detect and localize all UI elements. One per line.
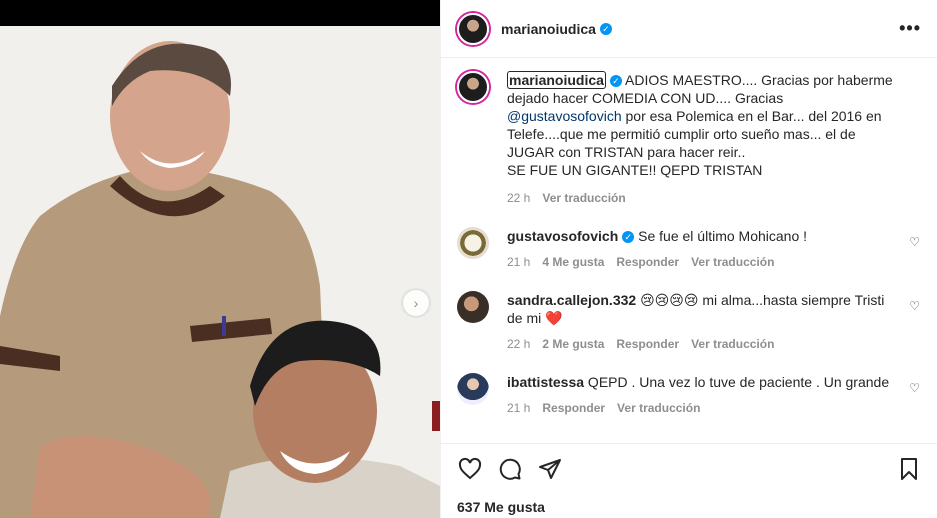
commenter-avatar[interactable] bbox=[457, 227, 489, 259]
save-bookmark-icon[interactable] bbox=[896, 456, 922, 482]
caption-text-3: SE FUE UN GIGANTE!! QEPD TRISTAN bbox=[507, 162, 763, 178]
verified-icon: ✓ bbox=[622, 231, 635, 243]
author-username[interactable]: marianoiudica bbox=[501, 21, 596, 37]
like-icon[interactable] bbox=[457, 456, 483, 482]
caption: marianoiudica ✓ ADIOS MAESTRO.... Gracias… bbox=[457, 71, 922, 207]
caption-mention[interactable]: @gustavosofovich bbox=[507, 108, 622, 124]
reply-button[interactable]: Responder bbox=[542, 399, 605, 417]
like-heart-icon[interactable]: ♡ bbox=[909, 299, 920, 313]
commenter-avatar[interactable] bbox=[457, 373, 489, 405]
comment-item: ibattistessa QEPD . Una vez lo tuve de p… bbox=[457, 373, 922, 417]
caption-time[interactable]: 22 h bbox=[507, 189, 530, 207]
reply-button[interactable]: Responder bbox=[616, 335, 679, 353]
like-heart-icon[interactable]: ♡ bbox=[909, 381, 920, 395]
caption-avatar[interactable] bbox=[457, 71, 489, 103]
reply-button[interactable]: Responder bbox=[616, 253, 679, 271]
commenter-username[interactable]: ibattistessa bbox=[507, 374, 584, 390]
commenter-username[interactable]: gustavosofovich bbox=[507, 228, 618, 244]
verified-icon: ✓ bbox=[599, 22, 612, 35]
more-options-icon[interactable]: ••• bbox=[899, 18, 921, 39]
comment-likes[interactable]: 2 Me gusta bbox=[542, 335, 604, 353]
comments-list: marianoiudica ✓ ADIOS MAESTRO.... Gracias… bbox=[441, 59, 937, 442]
commenter-avatar[interactable] bbox=[457, 291, 489, 323]
likes-count[interactable]: 637 Me gusta bbox=[457, 499, 545, 515]
carousel-next-button[interactable]: › bbox=[403, 290, 429, 316]
post-media[interactable]: › bbox=[0, 0, 440, 518]
chevron-right-icon: › bbox=[413, 295, 419, 311]
translate-button[interactable]: Ver traducción bbox=[691, 253, 774, 271]
like-heart-icon[interactable]: ♡ bbox=[909, 235, 920, 249]
comment-item: gustavosofovich ✓ Se fue el último Mohica… bbox=[457, 227, 922, 271]
share-icon[interactable] bbox=[537, 456, 563, 482]
post-header: marianoiudica ✓ ••• bbox=[441, 0, 937, 58]
post-photo bbox=[0, 26, 440, 518]
translate-button[interactable]: Ver traducción bbox=[617, 399, 700, 417]
comment-likes[interactable]: 4 Me gusta bbox=[542, 253, 604, 271]
comment-icon[interactable] bbox=[497, 456, 523, 482]
comment-time[interactable]: 21 h bbox=[507, 399, 530, 417]
translate-button[interactable]: Ver traducción bbox=[691, 335, 774, 353]
comment-item: sandra.callejon.332 😢😢😢😢 mi alma...hasta… bbox=[457, 291, 922, 353]
commenter-username[interactable]: sandra.callejon.332 bbox=[507, 292, 636, 308]
comment-text: Se fue el último Mohicano ! bbox=[634, 228, 808, 244]
author-avatar[interactable] bbox=[457, 12, 489, 45]
caption-translate[interactable]: Ver traducción bbox=[542, 189, 625, 207]
caption-username[interactable]: marianoiudica bbox=[507, 71, 606, 89]
verified-icon: ✓ bbox=[609, 75, 622, 87]
comment-text: QEPD . Una vez lo tuve de paciente . Un … bbox=[584, 374, 890, 390]
post-actions bbox=[441, 443, 937, 493]
comment-time[interactable]: 21 h bbox=[507, 253, 530, 271]
comment-time[interactable]: 22 h bbox=[507, 335, 530, 353]
post-sidebar: marianoiudica ✓ ••• marianoiudica ✓ ADIOS… bbox=[440, 0, 937, 518]
